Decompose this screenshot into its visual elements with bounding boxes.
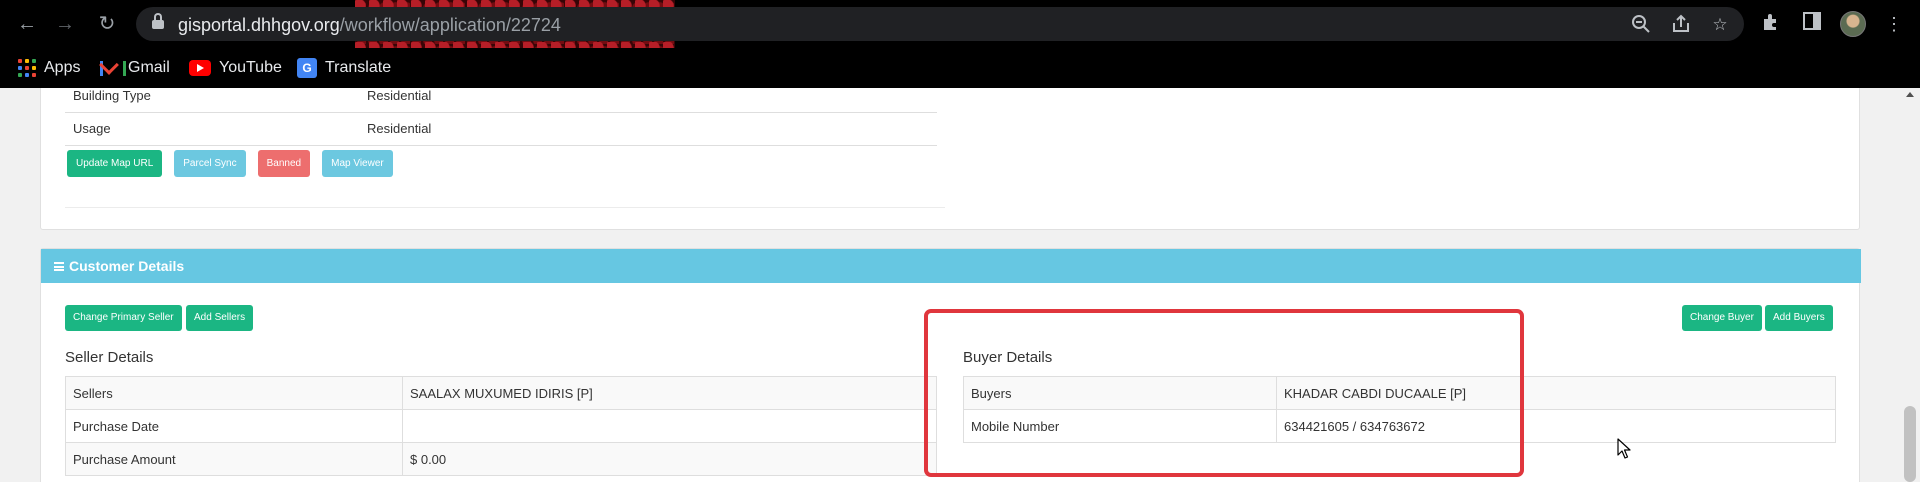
property-key: Usage — [65, 112, 359, 146]
add-buyers-button[interactable]: Add Buyers — [1765, 305, 1833, 331]
share-icon[interactable] — [1670, 14, 1692, 36]
property-value: Residential — [359, 112, 937, 146]
mouse-cursor-icon — [1617, 438, 1631, 459]
bookmark-label: YouTube — [219, 59, 282, 76]
bookmark-label: Gmail — [128, 59, 170, 76]
seller-value — [402, 409, 937, 443]
bookmark-translate[interactable]: G Translate — [297, 55, 391, 81]
map-viewer-button[interactable]: Map Viewer — [322, 150, 393, 177]
table-row: Building Type Residential — [65, 88, 937, 113]
customer-details-header: Customer Details — [41, 249, 1861, 283]
profile-avatar[interactable] — [1840, 11, 1866, 37]
table-row: Purchase Amount $ 0.00 — [65, 442, 937, 476]
gmail-icon — [100, 60, 126, 76]
banned-button[interactable]: Banned — [257, 150, 311, 177]
seller-key: Purchase Amount — [65, 442, 403, 476]
list-icon — [54, 262, 64, 271]
section-title: Customer Details — [69, 258, 185, 274]
bookmark-label: Translate — [325, 59, 392, 76]
bookmarks-bar: Apps Gmail YouTube G Translate — [0, 48, 1920, 88]
url-text[interactable]: gisportal.dhhgov.org/workflow/applicatio… — [178, 15, 561, 36]
seller-key: Purchase Date — [65, 409, 403, 443]
bookmark-star-icon[interactable]: ☆ — [1709, 14, 1731, 36]
parcel-sync-button[interactable]: Parcel Sync — [174, 150, 246, 177]
browser-toolbar: ← → ↻ gisportal.dhhgov.org/workflow/appl… — [0, 0, 1920, 70]
table-row: Usage Residential — [65, 112, 937, 146]
bookmark-label: Apps — [44, 59, 81, 76]
extensions-icon[interactable] — [1759, 12, 1783, 36]
add-sellers-button[interactable]: Add Sellers — [186, 305, 254, 331]
scrollbar-thumb[interactable] — [1904, 406, 1916, 482]
property-details-card: Building Type Residential Usage Resident… — [40, 88, 1860, 230]
browser-menu-icon[interactable]: ⋮ — [1884, 12, 1904, 36]
property-value: Residential — [359, 88, 937, 113]
property-table: Building Type Residential Usage Resident… — [65, 88, 937, 146]
translate-icon: G — [297, 58, 317, 78]
change-primary-seller-button[interactable]: Change Primary Seller — [65, 305, 182, 331]
scroll-up-arrow-icon[interactable] — [1906, 92, 1914, 97]
bookmark-apps[interactable]: Apps — [18, 55, 80, 81]
table-row: Purchase Date — [65, 409, 937, 443]
forward-arrow-icon[interactable]: → — [52, 11, 78, 37]
zoom-icon[interactable] — [1630, 14, 1652, 36]
buyer-details-highlight-box — [924, 309, 1524, 477]
seller-value: $ 0.00 — [402, 442, 937, 476]
bookmark-youtube[interactable]: YouTube — [189, 55, 282, 81]
address-bar[interactable]: gisportal.dhhgov.org/workflow/applicatio… — [136, 7, 1744, 41]
reload-icon[interactable]: ↻ — [94, 11, 120, 37]
divider — [65, 207, 945, 208]
seller-value: SAALAX MUXUMED IDIRIS [P] — [402, 376, 937, 410]
seller-details-title: Seller Details — [65, 349, 154, 366]
lock-icon[interactable] — [152, 13, 164, 29]
apps-grid-icon — [18, 59, 36, 77]
youtube-icon — [189, 60, 211, 76]
seller-key: Sellers — [65, 376, 403, 410]
seller-table: Sellers SAALAX MUXUMED IDIRIS [P] Purcha… — [65, 376, 937, 476]
change-buyer-button[interactable]: Change Buyer — [1682, 305, 1762, 331]
property-key: Building Type — [65, 88, 359, 113]
update-map-url-button[interactable]: Update Map URL — [67, 150, 163, 177]
back-arrow-icon[interactable]: ← — [14, 11, 40, 37]
bookmark-gmail[interactable]: Gmail — [100, 55, 170, 81]
table-row: Sellers SAALAX MUXUMED IDIRIS [P] — [65, 376, 937, 410]
property-action-buttons: Update Map URL Parcel Sync Banned Map Vi… — [67, 150, 393, 177]
side-panel-icon[interactable] — [1800, 12, 1824, 36]
vertical-scrollbar[interactable] — [1900, 88, 1920, 482]
